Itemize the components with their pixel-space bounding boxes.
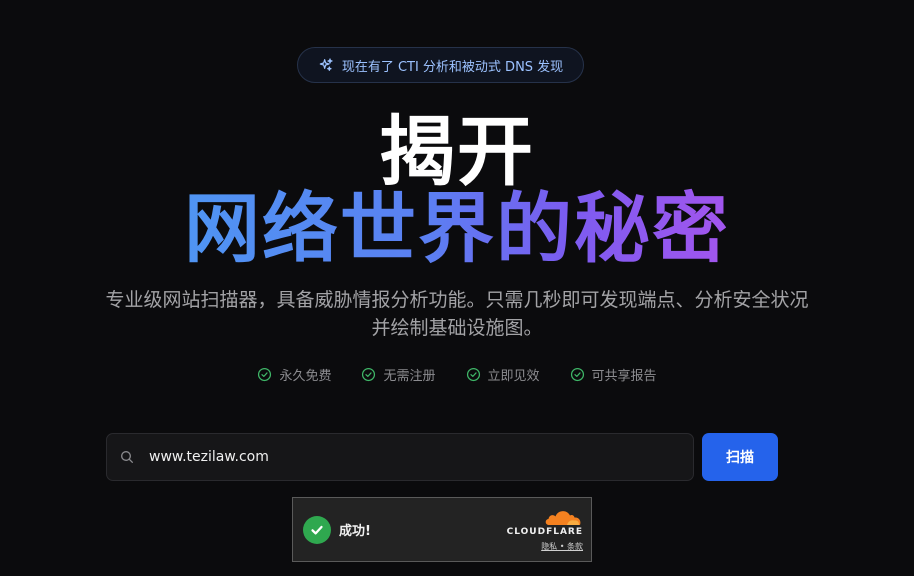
check-circle-icon: [466, 367, 480, 382]
headline-gradient-text: 网络世界的秘密: [184, 184, 730, 273]
cloudflare-logo-text: CLOUDFLARE: [506, 526, 583, 537]
check-circle-icon: [258, 367, 272, 382]
search-icon: [121, 451, 133, 463]
feature-item: 立即见效: [466, 365, 540, 384]
check-circle-icon: [570, 367, 584, 382]
feature-item: 永久免费: [257, 365, 331, 384]
scan-button[interactable]: 扫描: [702, 433, 778, 481]
check-circle-icon: [362, 367, 376, 382]
page: 现在有了 CTI 分析和被动式 DNS 发现 揭开 网络世界的秘密 专业级网站扫…: [0, 0, 914, 576]
feature-label: 可共享报告: [591, 369, 657, 384]
url-input[interactable]: [147, 433, 693, 481]
announcement-badge[interactable]: 现在有了 CTI 分析和被动式 DNS 发现: [297, 47, 584, 83]
feature-label: 无需注册: [383, 369, 436, 384]
feature-label: 永久免费: [279, 369, 332, 384]
search-box: [106, 433, 694, 481]
feature-item: 无需注册: [361, 365, 436, 384]
announcement-text: 现在有了 CTI 分析和被动式 DNS 发现: [341, 59, 564, 75]
headline-line-2: 网络世界的秘密: [0, 186, 914, 272]
feature-item: 可共享报告: [570, 365, 657, 384]
cloudflare-cloud-icon: [545, 510, 581, 525]
sparkles-icon: [319, 58, 333, 71]
privacy-terms-links[interactable]: 隐私 • 条款: [541, 541, 583, 552]
headline-line-1: 揭开: [379, 107, 535, 196]
cloudflare-turnstile-widget: 成功! CLOUDFLARE 隐私 • 条款: [292, 497, 592, 562]
hero-description: 专业级网站扫描器，具备威胁情报分析功能。只需几秒即可发现端点、分析安全状况并绘制…: [105, 289, 809, 339]
turnstile-status: 成功!: [339, 524, 371, 539]
feature-list: 永久免费 无需注册 立即见效 可共享报告: [0, 365, 914, 384]
cloudflare-branding: CLOUDFLARE 隐私 • 条款: [507, 508, 583, 552]
success-check-icon: [303, 515, 331, 544]
feature-label: 立即见效: [487, 369, 540, 384]
